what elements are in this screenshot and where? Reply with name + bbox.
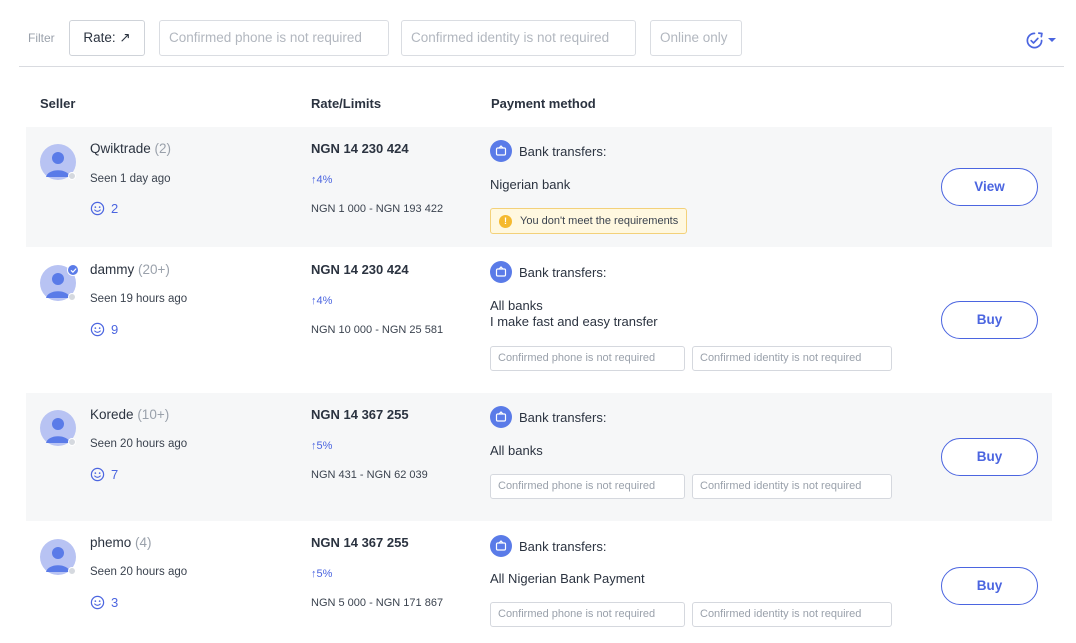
smile-icon: [90, 595, 105, 610]
column-header-seller: Seller: [40, 96, 76, 111]
rating: 3: [90, 595, 118, 610]
payment-description: All banks: [490, 443, 543, 458]
offline-status-dot: [68, 172, 76, 180]
rate-sort-chip[interactable]: Rate: ↗: [69, 20, 145, 56]
buy-button[interactable]: Buy: [941, 301, 1038, 339]
payment-description: All banks I make fast and easy transfer: [490, 298, 658, 329]
rating: 2: [90, 201, 118, 216]
rate-percent: ↑5%: [311, 568, 333, 580]
verified-badge-icon: [67, 264, 79, 276]
rating-count: 3: [111, 595, 119, 610]
offline-status-dot: [68, 567, 76, 575]
avatar: [40, 410, 80, 450]
rate-price: NGN 14 230 424: [311, 262, 409, 277]
rating: 7: [90, 467, 118, 482]
payment-method: Bank transfers:: [490, 261, 606, 283]
payment-method-label: Bank transfers:: [519, 143, 607, 159]
phone-filter-chip[interactable]: Confirmed phone is not required: [159, 20, 389, 56]
smile-icon: [90, 201, 105, 216]
rating-count: 7: [111, 467, 119, 482]
rate-limits: NGN 1 000 - NGN 193 422: [311, 203, 444, 215]
rate-percent: ↑4%: [311, 295, 333, 307]
payment-method: Bank transfers:: [490, 535, 606, 557]
bank-icon: [490, 140, 512, 162]
payment-description: Nigerian bank: [490, 177, 571, 192]
rate-price: NGN 14 230 424: [311, 141, 409, 156]
online-filter-chip[interactable]: Online only: [650, 20, 742, 56]
offer-row: dammy (20+) Seen 19 hours ago 9 NGN 14 2…: [26, 248, 1052, 393]
payment-method: Bank transfers:: [490, 140, 606, 162]
requirements-warning: ! You don't meet the requirements: [490, 208, 688, 234]
seller-name[interactable]: Qwiktrade (2): [90, 141, 171, 156]
rate-price: NGN 14 367 255: [311, 407, 409, 422]
avatar: [40, 144, 80, 184]
last-seen: Seen 1 day ago: [90, 173, 171, 185]
offline-status-dot: [68, 438, 76, 446]
refresh-check-icon: [1026, 31, 1043, 48]
phone-requirement-tag: Confirmed phone is not required: [490, 602, 685, 627]
bank-icon: [490, 406, 512, 428]
refresh-dropdown[interactable]: [1025, 30, 1059, 50]
buy-button[interactable]: Buy: [941, 438, 1038, 476]
rating: 9: [90, 322, 118, 337]
phone-requirement-tag: Confirmed phone is not required: [490, 474, 685, 499]
chevron-down-icon: [1048, 38, 1056, 42]
last-seen: Seen 20 hours ago: [90, 438, 188, 450]
smile-icon: [90, 322, 105, 337]
payment-method-label: Bank transfers:: [519, 409, 607, 425]
seller-name[interactable]: Korede (10+): [90, 407, 169, 422]
avatar: [40, 539, 80, 579]
rate-limits: NGN 10 000 - NGN 25 581: [311, 324, 444, 336]
identity-requirement-tag: Confirmed identity is not required: [692, 346, 892, 371]
last-seen: Seen 19 hours ago: [90, 293, 188, 305]
identity-filter-chip[interactable]: Confirmed identity is not required: [401, 20, 636, 56]
rate-percent: ↑5%: [311, 440, 333, 452]
warning-icon: !: [499, 214, 512, 228]
offer-row: phemo (4) Seen 20 hours ago 3 NGN 14 367…: [26, 521, 1052, 643]
offer-row: Qwiktrade (2) Seen 1 day ago 2 NGN 14 23…: [26, 127, 1052, 247]
bank-icon: [490, 261, 512, 283]
seller-name[interactable]: dammy (20+): [90, 262, 170, 277]
smile-icon: [90, 467, 105, 482]
column-header-payment: Payment method: [491, 96, 596, 111]
rate-price: NGN 14 367 255: [311, 535, 409, 550]
rate-percent: ↑4%: [311, 174, 333, 186]
buy-button[interactable]: Buy: [941, 567, 1038, 605]
avatar: [40, 264, 80, 305]
phone-requirement-tag: Confirmed phone is not required: [490, 346, 685, 371]
column-header-rate: Rate/Limits: [311, 96, 382, 111]
payment-method-label: Bank transfers:: [519, 264, 607, 280]
filter-bar: Filter Rate: ↗ Confirmed phone is not re…: [19, 0, 1064, 67]
identity-requirement-tag: Confirmed identity is not required: [692, 602, 892, 627]
offer-row: Korede (10+) Seen 20 hours ago 7 NGN 14 …: [26, 393, 1052, 521]
rating-count: 9: [111, 322, 119, 337]
offline-status-dot: [68, 293, 76, 301]
view-button[interactable]: View: [941, 168, 1038, 206]
filter-label: Filter: [28, 31, 55, 45]
rate-limits: NGN 5 000 - NGN 171 867: [311, 597, 444, 609]
seller-name[interactable]: phemo (4): [90, 535, 152, 550]
payment-method: Bank transfers:: [490, 406, 606, 428]
last-seen: Seen 20 hours ago: [90, 566, 188, 578]
identity-requirement-tag: Confirmed identity is not required: [692, 474, 892, 499]
rate-limits: NGN 431 - NGN 62 039: [311, 469, 428, 481]
payment-description: All Nigerian Bank Payment: [490, 571, 645, 586]
rating-count: 2: [111, 201, 119, 216]
payment-method-label: Bank transfers:: [519, 538, 607, 554]
bank-icon: [490, 535, 512, 557]
